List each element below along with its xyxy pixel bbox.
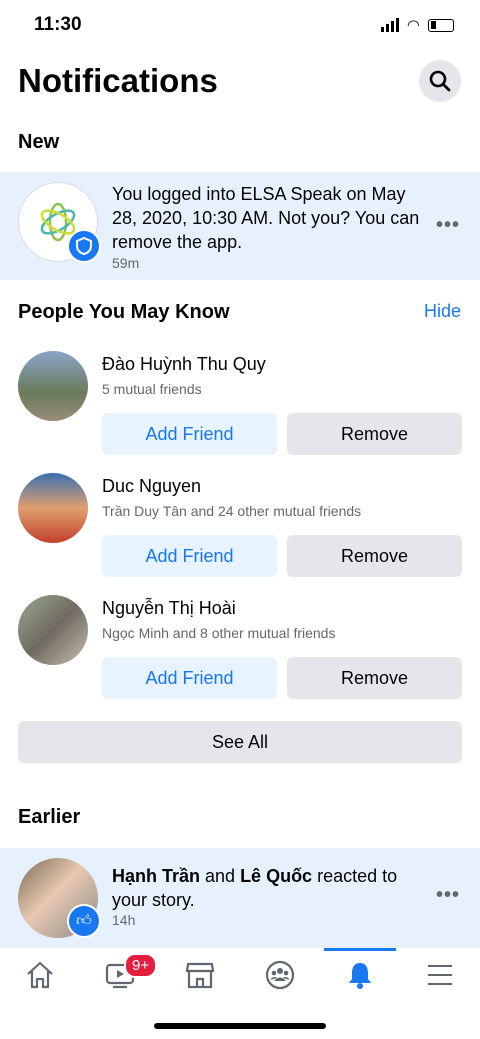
wifi-icon: ◠ xyxy=(406,17,420,34)
home-indicator xyxy=(154,1023,326,1029)
avatar[interactable] xyxy=(18,473,88,543)
bottom-tab-bar: 9+ xyxy=(0,948,480,1002)
tab-watch[interactable]: 9+ xyxy=(80,948,160,1002)
status-time: 11:30 xyxy=(34,14,82,35)
notification-story-reaction[interactable]: 👍︎ Hạnh Trần and Lê Quốc reacted to your… xyxy=(0,848,480,948)
notification-elsa[interactable]: You logged into ELSA Speak on May 28, 20… xyxy=(0,172,480,280)
groups-icon xyxy=(265,960,295,990)
add-friend-button[interactable]: Add Friend xyxy=(102,657,277,699)
battery-icon xyxy=(428,18,454,32)
see-all-button[interactable]: See All xyxy=(18,721,462,763)
tab-menu[interactable] xyxy=(400,948,480,1002)
tab-marketplace[interactable] xyxy=(160,948,240,1002)
mutual-friends: Trần Duy Tân and 24 other mutual friends xyxy=(102,503,362,519)
section-new: New xyxy=(18,131,60,153)
mutual-friends: Ngọc Minh and 8 other mutual friends xyxy=(102,625,336,641)
more-options-button[interactable]: ••• xyxy=(436,884,460,907)
notification-text: You logged into ELSA Speak on May 28, 20… xyxy=(112,184,420,252)
notification-time: 59m xyxy=(112,255,140,271)
person-suggestion: Nguyễn Thị Hoài Ngọc Minh and 8 other mu… xyxy=(0,595,480,715)
notification-text: Hạnh Trần and Lê Quốc reacted to your st… xyxy=(112,864,422,912)
text-and: and xyxy=(200,866,241,886)
person-suggestion: Duc Nguyen Trần Duy Tân and 24 other mut… xyxy=(0,473,480,593)
person-name[interactable]: Duc Nguyen xyxy=(102,476,201,497)
signal-icon xyxy=(380,18,399,32)
tab-home[interactable] xyxy=(0,948,80,1002)
avatar[interactable] xyxy=(18,351,88,421)
add-friend-button[interactable]: Add Friend xyxy=(102,413,277,455)
tab-groups[interactable] xyxy=(240,948,320,1002)
add-friend-button[interactable]: Add Friend xyxy=(102,535,277,577)
status-icons: ◠ xyxy=(380,16,454,34)
person-name[interactable]: Đào Huỳnh Thu Quy xyxy=(102,354,266,375)
page-title: Notifications xyxy=(18,62,218,99)
remove-button[interactable]: Remove xyxy=(287,535,462,577)
actor-name: Hạnh Trần xyxy=(112,866,201,886)
section-people-you-may-know: People You May Know xyxy=(18,301,230,323)
search-icon xyxy=(429,70,451,92)
remove-button[interactable]: Remove xyxy=(287,413,462,455)
home-icon xyxy=(27,961,53,989)
menu-icon xyxy=(428,965,452,985)
marketplace-icon xyxy=(185,962,215,989)
hide-button[interactable]: Hide xyxy=(424,301,461,322)
person-suggestion: Đào Huỳnh Thu Quy 5 mutual friends Add F… xyxy=(0,351,480,471)
tab-notifications[interactable] xyxy=(320,948,400,1002)
notification-time: 14h xyxy=(112,912,136,928)
bell-icon xyxy=(349,963,371,989)
shield-icon xyxy=(67,229,101,263)
mutual-friends: 5 mutual friends xyxy=(102,381,202,397)
actor-name: Lê Quốc xyxy=(240,866,313,886)
active-tab-indicator xyxy=(324,948,396,951)
search-button[interactable] xyxy=(419,60,461,102)
section-earlier: Earlier xyxy=(18,806,81,828)
remove-button[interactable]: Remove xyxy=(287,657,462,699)
avatar[interactable] xyxy=(18,595,88,665)
watch-badge: 9+ xyxy=(124,953,158,978)
more-options-button[interactable]: ••• xyxy=(436,214,460,237)
person-name[interactable]: Nguyễn Thị Hoài xyxy=(102,598,236,619)
like-icon: 👍︎ xyxy=(67,904,101,938)
